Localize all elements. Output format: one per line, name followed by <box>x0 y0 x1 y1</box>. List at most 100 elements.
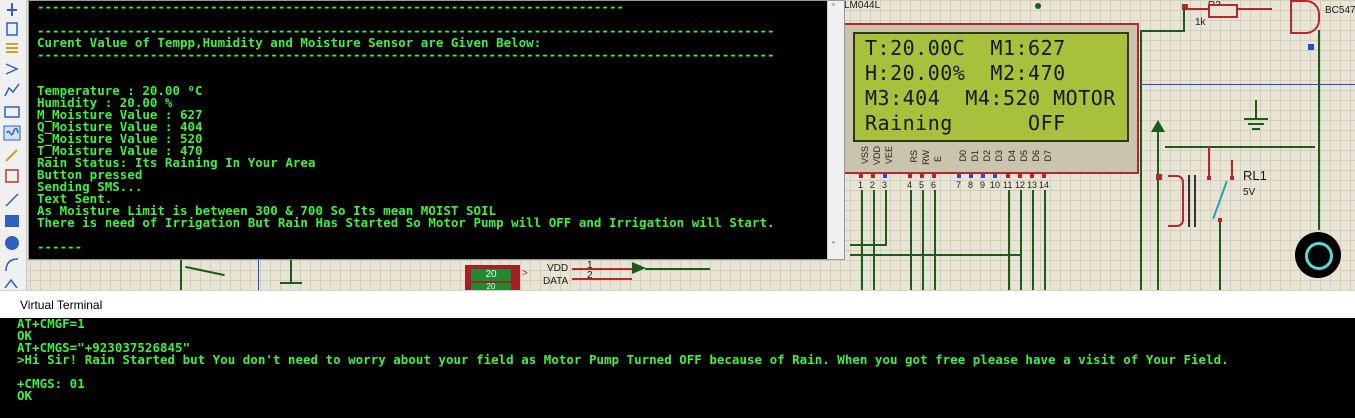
junction-icon[interactable] <box>3 40 21 56</box>
lcd-model-label: LM044L <box>844 0 881 11</box>
wire <box>1008 190 1010 290</box>
wire <box>861 190 863 290</box>
terminal-line: AT+CMGF=1 <box>17 316 85 331</box>
terminal-line: ----------------------------------------… <box>37 1 624 14</box>
pin-label-vdd: VDD <box>872 146 882 166</box>
pin-label-d1: D1 <box>970 150 980 162</box>
data-label: DATA <box>543 276 569 287</box>
wire <box>572 268 632 270</box>
terminal-line: Button pressed <box>37 167 143 182</box>
ground-icon <box>1252 128 1260 130</box>
pin-marker <box>920 174 924 178</box>
arc-icon[interactable] <box>3 257 21 273</box>
transistor-label: BC547 <box>1325 5 1355 16</box>
pin-marker <box>908 174 912 178</box>
wire <box>1140 30 1142 290</box>
pin-number-3: 3 <box>882 180 888 190</box>
pin-marker <box>859 174 863 178</box>
wire <box>290 260 292 282</box>
bus-line <box>1140 84 1355 85</box>
pin-label-d2: D2 <box>982 150 992 162</box>
pin-label-vee: VEE <box>884 146 894 165</box>
wire <box>934 190 936 290</box>
pin-label-d3: D3 <box>994 150 1004 162</box>
virtual-terminal-output[interactable]: AT+CMGF=1 OK AT+CMGS="+923037526845" >Hi Si… <box>17 316 1347 402</box>
pin-label-d6: D6 <box>1031 150 1041 162</box>
pin-marker <box>871 174 875 178</box>
wire <box>1044 190 1046 290</box>
resistor-value-label: 1k <box>1195 17 1206 28</box>
junction-icon <box>1035 3 1041 9</box>
wire <box>1318 30 1320 230</box>
pin-marker <box>993 174 997 178</box>
terminal-line: Sending SMS... <box>37 179 143 194</box>
scroll-down-icon[interactable]: ˅ <box>831 241 836 252</box>
pin-label-e: E <box>933 156 943 163</box>
wire <box>1140 30 1185 32</box>
circle-icon[interactable] <box>3 235 21 251</box>
wire <box>1208 146 1210 176</box>
wire <box>850 254 1020 256</box>
pin-label-rs: RS <box>909 150 919 163</box>
pin-marker <box>981 174 985 178</box>
serial-terminal-output[interactable]: ----------------------------------------… <box>37 1 817 251</box>
wire <box>180 260 182 290</box>
generator-icon[interactable] <box>3 125 21 141</box>
lcd-screen: T:20.00C M1:627 H:20.00% M2:470 M3:404 M… <box>853 32 1129 142</box>
terminal-line: There is need of Irrigation But Rain Has… <box>37 215 775 230</box>
pin-label-rw: RW <box>921 150 931 165</box>
pin-number-9: 9 <box>980 180 986 190</box>
virtual-terminal-titlebar[interactable]: Virtual Terminal <box>0 290 1355 319</box>
instrument-icon[interactable] <box>3 168 21 184</box>
select-arrow-icon[interactable] <box>3 2 21 18</box>
pin-number-10: 10 <box>990 180 1001 190</box>
pin-marker <box>932 174 936 178</box>
serial-terminal-window[interactable]: ----------------------------------------… <box>28 0 845 260</box>
pin-number-11: 11 <box>1003 180 1013 190</box>
pin-number-6: 6 <box>931 180 937 190</box>
signal-arrow-icon <box>632 262 646 274</box>
graph-icon[interactable] <box>3 82 21 98</box>
pin-number-1: 1 <box>858 180 864 190</box>
resistor-body <box>1208 4 1238 18</box>
lcd-line-1: T:20.00C M1:627 <box>865 36 1066 60</box>
pin-number-4: 4 <box>907 180 913 190</box>
relay-coil <box>1168 175 1184 227</box>
probe-icon[interactable] <box>3 147 21 163</box>
pin-marker <box>1006 174 1010 178</box>
pin-label-d7: D7 <box>1043 150 1053 162</box>
lcd-line-4: Raining OFF <box>865 111 1066 135</box>
pin-marker <box>969 174 973 178</box>
box-icon[interactable] <box>3 213 21 229</box>
virtual-terminal-window[interactable]: AT+CMGF=1 OK AT+CMGS="+923037526845" >Hi Si… <box>0 316 1355 418</box>
pin-number-14: 14 <box>1039 180 1050 190</box>
wire <box>572 278 632 280</box>
transistor-body <box>1290 0 1320 34</box>
pin-marker <box>1156 174 1162 180</box>
relay-core <box>1188 175 1190 227</box>
lcd-line-2: H:20.00% M2:470 <box>865 61 1066 85</box>
ground-lead <box>1255 100 1257 118</box>
bus-line <box>258 260 259 290</box>
component-icon[interactable] <box>3 21 21 37</box>
wire-label-icon[interactable] <box>3 61 21 77</box>
wire <box>910 190 912 290</box>
line-icon[interactable] <box>3 192 21 208</box>
wire <box>645 268 710 270</box>
vdd-label: VDD <box>547 263 569 274</box>
wire <box>1183 8 1185 32</box>
pin-label-d0: D0 <box>958 150 968 162</box>
motor-icon[interactable] <box>1295 232 1341 278</box>
relay-core <box>1194 175 1196 227</box>
terminal-icon[interactable] <box>3 104 21 120</box>
scroll-up-icon[interactable]: ˄ <box>831 3 836 14</box>
pin-marker <box>883 174 887 178</box>
terminal-scrollbar[interactable]: ˄ ˅ <box>827 1 844 259</box>
pin-marker <box>1308 44 1314 50</box>
sensor-module[interactable]: 20 20 <box>465 265 520 291</box>
pin-number-12: 12 <box>1015 180 1026 190</box>
pin-number-7: 7 <box>956 180 962 190</box>
sensor-display: 20 <box>471 269 511 281</box>
pin-marker <box>1018 174 1022 178</box>
